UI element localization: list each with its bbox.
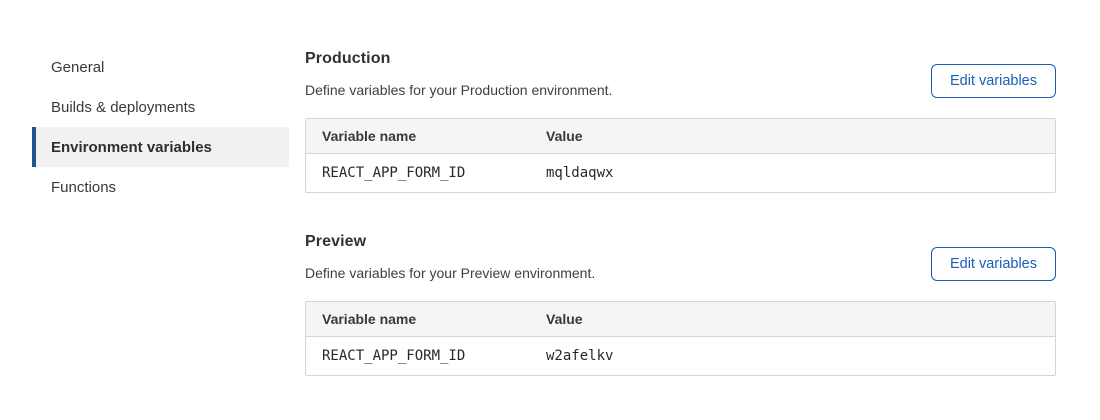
variable-name-cell: REACT_APP_FORM_ID [306, 154, 530, 193]
preview-section-header: Preview Define variables for your Previe… [305, 233, 1056, 281]
variable-value-cell: mqldaqwx [530, 154, 1055, 193]
production-description: Define variables for your Production env… [305, 82, 612, 98]
variable-value-cell: w2afelkv [530, 337, 1055, 376]
sidebar-item-general[interactable]: General [32, 47, 289, 87]
production-title: Production [305, 50, 612, 68]
table-header-row: Variable name Value [306, 302, 1055, 337]
table-header-row: Variable name Value [306, 119, 1055, 154]
variable-name-cell: REACT_APP_FORM_ID [306, 337, 530, 376]
settings-page: General Builds & deployments Environment… [0, 0, 1100, 416]
sidebar-item-builds-deployments[interactable]: Builds & deployments [32, 87, 289, 127]
production-variables-table: Variable name Value REACT_APP_FORM_ID mq… [305, 118, 1056, 193]
sidebar-item-environment-variables[interactable]: Environment variables [32, 127, 289, 167]
table-row: REACT_APP_FORM_ID mqldaqwx [306, 154, 1055, 193]
sidebar-item-functions[interactable]: Functions [32, 167, 289, 207]
production-section-header: Production Define variables for your Pro… [305, 50, 1056, 98]
table-row: REACT_APP_FORM_ID w2afelkv [306, 337, 1055, 376]
column-header-value: Value [530, 119, 1055, 154]
column-header-variable-name: Variable name [306, 302, 530, 337]
preview-variables-table: Variable name Value REACT_APP_FORM_ID w2… [305, 301, 1056, 376]
environment-variables-panel: Production Define variables for your Pro… [305, 50, 1056, 416]
preview-section: Preview Define variables for your Previe… [305, 233, 1056, 376]
production-header-text: Production Define variables for your Pro… [305, 50, 612, 98]
column-header-variable-name: Variable name [306, 119, 530, 154]
preview-description: Define variables for your Preview enviro… [305, 265, 595, 281]
production-section: Production Define variables for your Pro… [305, 50, 1056, 193]
production-edit-variables-button[interactable]: Edit variables [931, 64, 1056, 98]
settings-sidebar: General Builds & deployments Environment… [0, 0, 289, 416]
preview-title: Preview [305, 233, 595, 251]
column-header-value: Value [530, 302, 1055, 337]
preview-header-text: Preview Define variables for your Previe… [305, 233, 595, 281]
preview-edit-variables-button[interactable]: Edit variables [931, 247, 1056, 281]
